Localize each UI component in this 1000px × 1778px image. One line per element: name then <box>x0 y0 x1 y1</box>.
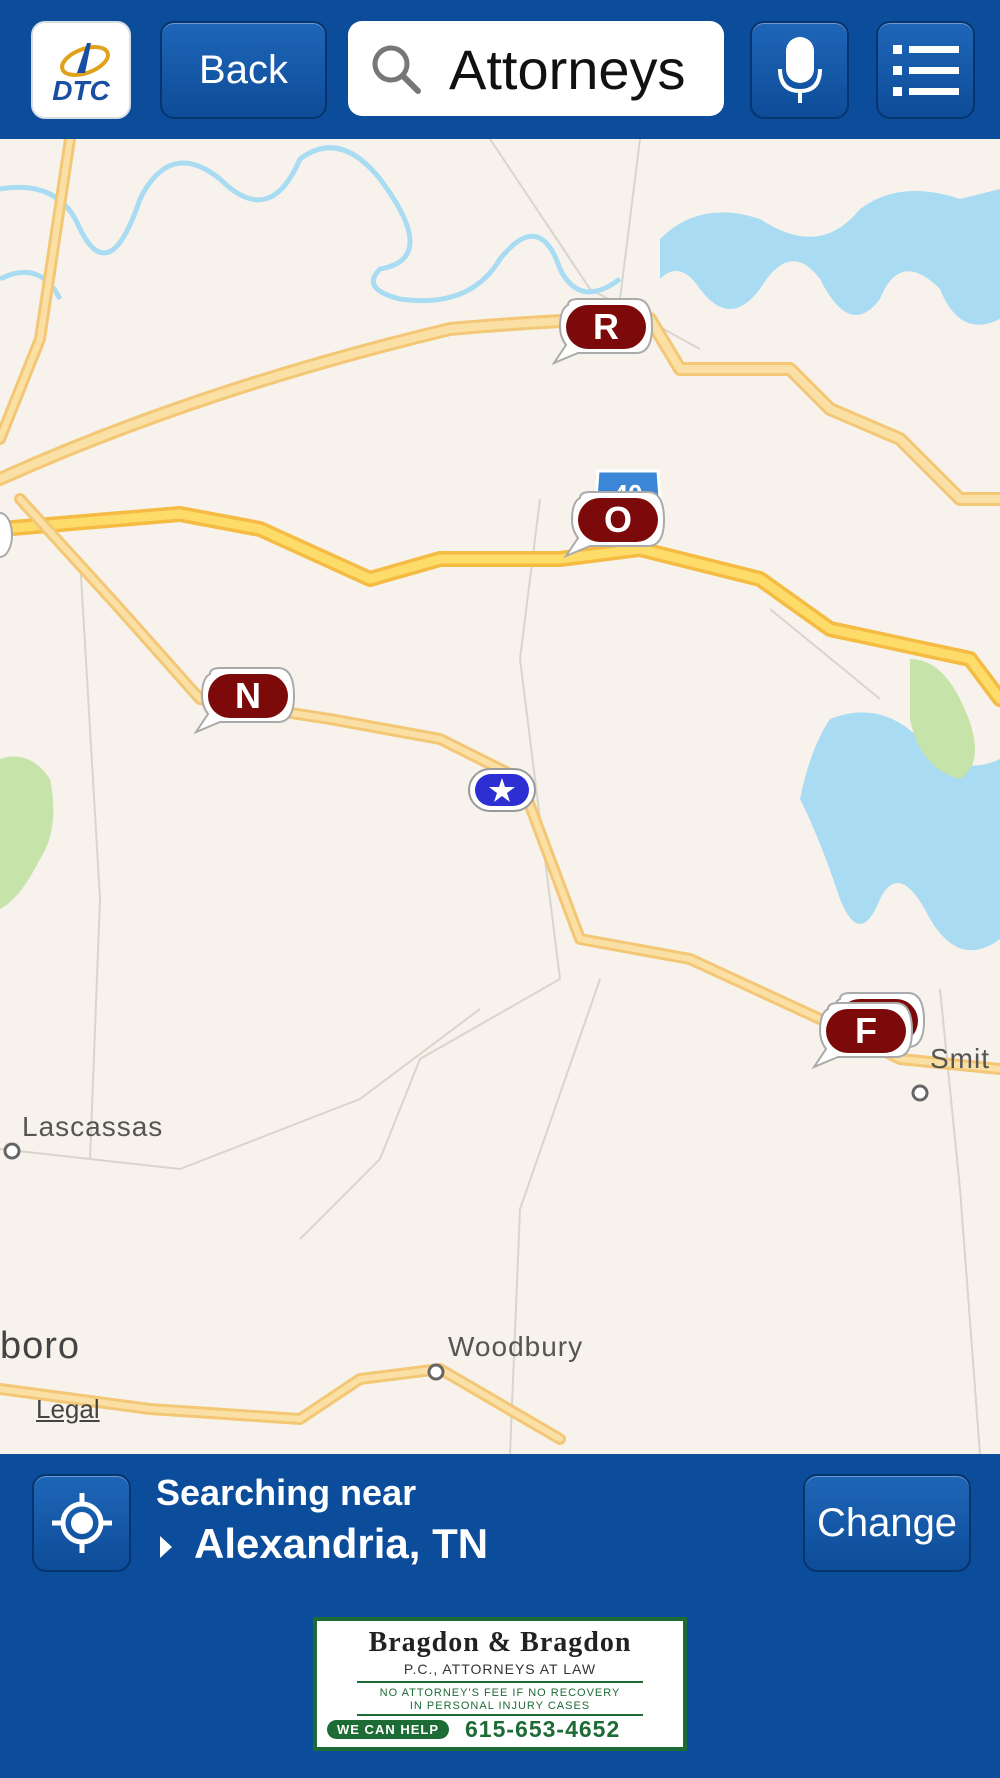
menu-button[interactable] <box>876 21 975 119</box>
advertisement-banner[interactable]: Bragdon & Bragdon P.C., ATTORNEYS AT LAW… <box>313 1617 687 1751</box>
ad-tagline: WE CAN HELP <box>327 1720 449 1739</box>
microphone-icon <box>777 37 822 103</box>
ad-line-2: IN PERSONAL INJURY CASES <box>409 1700 591 1712</box>
pin-label: R <box>593 306 619 347</box>
back-button[interactable]: Back <box>160 21 327 119</box>
ad-divider <box>357 1681 643 1683</box>
ad-line-1: NO ATTORNEY'S FEE IF NO RECOVERY <box>379 1687 621 1699</box>
dtc-logo[interactable]: DTC <box>31 21 131 119</box>
ad-title: Bragdon & Bragdon <box>368 1627 632 1658</box>
microphone-button[interactable] <box>750 21 849 119</box>
map-view[interactable]: 40 R O N F <box>0 139 1000 1454</box>
disclosure-triangle-icon <box>160 1536 172 1558</box>
town-label-boro: boro <box>0 1325 81 1367</box>
searching-near-label: Searching near <box>156 1472 417 1513</box>
town-label-lascassas: Lascassas <box>22 1111 164 1142</box>
current-location-text[interactable]: Alexandria, TN <box>194 1520 488 1568</box>
pin-label: N <box>235 675 261 716</box>
town-label-smith: Smit <box>930 1043 990 1074</box>
town-label-woodbury: Woodbury <box>448 1331 584 1362</box>
search-value: Attorneys <box>449 38 686 101</box>
search-icon <box>372 45 421 94</box>
ad-phone: 615-653-4652 <box>465 1716 621 1742</box>
top-bar: DTC Back Attorneys <box>0 0 1000 139</box>
ad-subtitle: P.C., ATTORNEYS AT LAW <box>403 1661 597 1677</box>
star-location-icon <box>468 768 536 812</box>
pin-label: F <box>855 1010 877 1051</box>
logo-text: DTC <box>52 75 110 106</box>
crosshair-location-icon <box>51 1493 112 1553</box>
pin-label: O <box>603 499 632 540</box>
search-field[interactable]: Attorneys <box>348 21 724 116</box>
locate-me-button[interactable] <box>32 1474 131 1572</box>
legal-link[interactable]: Legal <box>36 1394 100 1425</box>
list-menu-icon <box>892 45 959 96</box>
bottom-panel: Searching near Alexandria, TN Change Bra… <box>0 1454 1000 1778</box>
change-location-button[interactable]: Change <box>803 1474 971 1572</box>
